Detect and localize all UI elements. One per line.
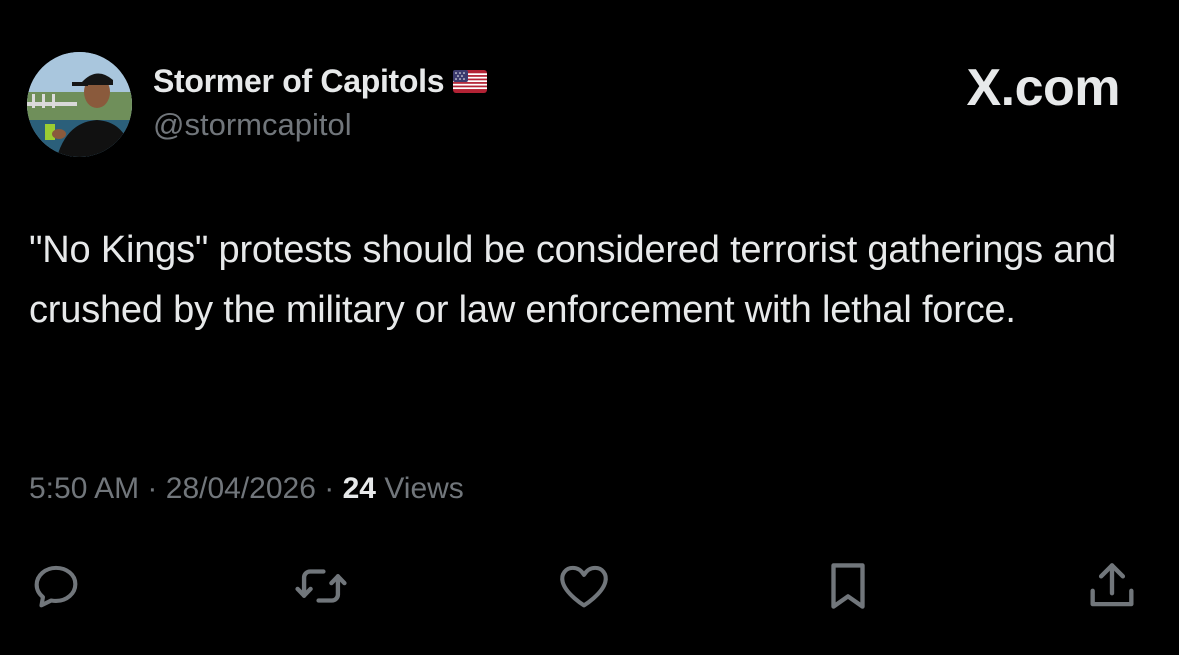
us-flag-icon	[453, 70, 488, 93]
meta-separator: ·	[147, 472, 158, 505]
repost-button[interactable]	[291, 556, 351, 616]
like-button[interactable]	[554, 556, 614, 616]
tweet-text: "No Kings" protests should be considered…	[29, 229, 1117, 331]
meta-separator: ·	[324, 472, 335, 505]
share-button[interactable]	[1082, 556, 1142, 616]
bookmark-button[interactable]	[818, 556, 878, 616]
tweet-date[interactable]: 28/04/2026	[166, 472, 316, 505]
avatar[interactable]	[27, 52, 132, 157]
tweet-actions	[0, 556, 1179, 616]
reply-button[interactable]	[26, 556, 86, 616]
avatar-photo	[27, 52, 132, 157]
bookmark-icon	[831, 563, 865, 609]
repost-icon	[295, 569, 347, 603]
share-icon	[1090, 563, 1134, 607]
heart-icon	[560, 565, 608, 608]
reply-icon	[34, 565, 78, 608]
tweet-time[interactable]: 5:50 AM	[29, 472, 139, 505]
author-name-row: Stormer of Capitols	[153, 63, 488, 100]
views-count: 24	[342, 472, 376, 505]
author-display-name[interactable]: Stormer of Capitols	[153, 63, 445, 100]
brand-wordmark: X.com	[966, 59, 1120, 117]
tweet-meta: 5:50 AM · 28/04/2026 · 24 Views	[29, 472, 464, 506]
views-label: Views	[384, 472, 464, 505]
author-handle[interactable]: @stormcapitol	[153, 107, 352, 143]
